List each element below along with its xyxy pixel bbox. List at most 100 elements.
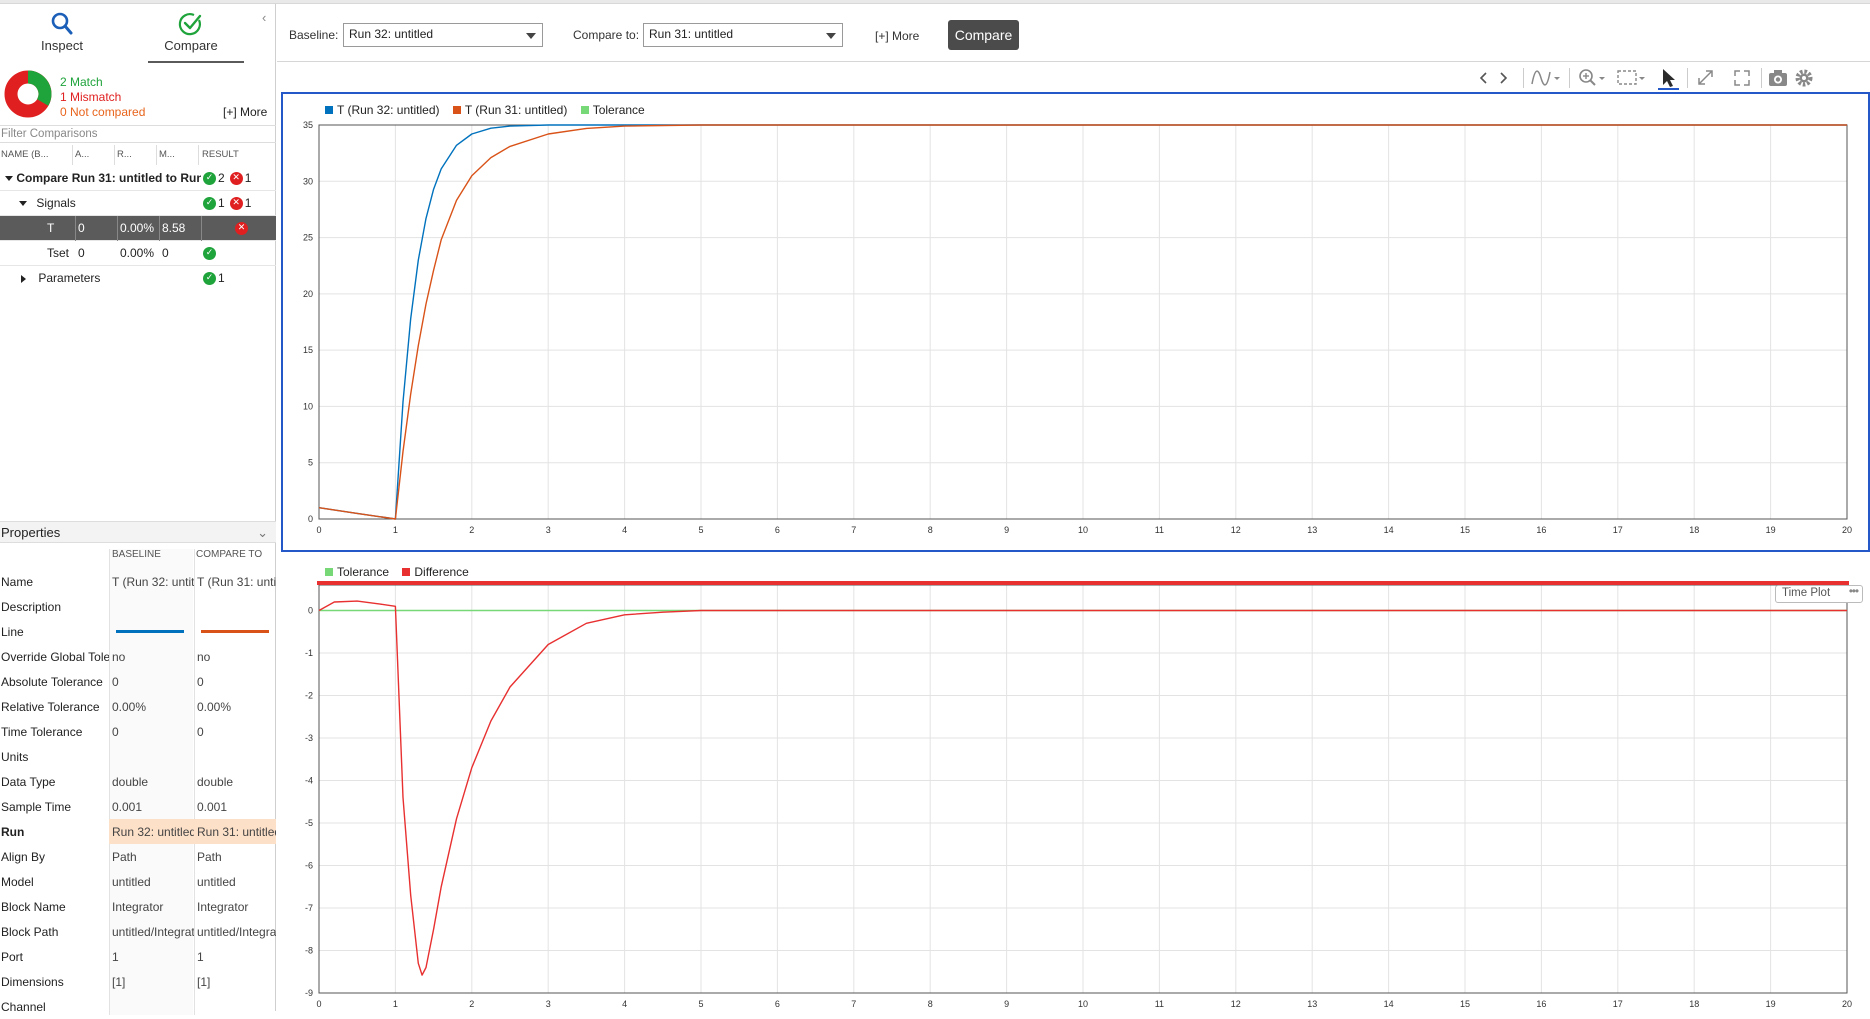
- zoom-icon[interactable]: [1575, 66, 1609, 90]
- property-compare-value: 0: [197, 725, 204, 739]
- compare-to-label: Compare to:: [573, 28, 640, 42]
- chevron-down-icon[interactable]: ⌄: [257, 525, 268, 541]
- property-compare-value: 0.001: [197, 800, 228, 814]
- waveform-icon[interactable]: [1529, 66, 1563, 90]
- compare-to-select[interactable]: Run 31: untitled: [643, 23, 843, 47]
- properties-title: Properties: [1, 525, 61, 540]
- property-baseline-value: 0: [112, 675, 119, 689]
- property-baseline-value: 0.001: [112, 800, 143, 814]
- property-baseline-value: untitled: [112, 875, 151, 889]
- y-tick-label: -4: [305, 776, 313, 786]
- rel-tol-value: 0.00%: [120, 246, 155, 260]
- fullscreen-icon[interactable]: [1729, 66, 1755, 90]
- property-baseline-value: Integrator: [112, 900, 164, 914]
- x-tick-label: 13: [1307, 999, 1317, 1009]
- y-tick-label: -3: [305, 733, 313, 743]
- tree-row-comparison[interactable]: Compare Run 31: untitled to Run 32: unti…: [0, 166, 276, 191]
- table-row-signal-T[interactable]: T 0 0.00% 8.58 ✕: [0, 216, 276, 241]
- match-count: 2 Match: [60, 75, 103, 89]
- property-name: Override Global Tolerance: [1, 650, 109, 664]
- x-tick-label: 12: [1231, 999, 1241, 1009]
- tree-row-parameters[interactable]: Parameters ✓ 1: [0, 266, 276, 291]
- y-tick-label: 35: [303, 120, 313, 130]
- property-name: Absolute Tolerance: [1, 675, 103, 689]
- summary-more-link[interactable]: [+] More: [223, 105, 267, 119]
- signal-plot-panel[interactable]: T (Run 32: untitled) T (Run 31: untitled…: [281, 92, 1870, 552]
- y-tick-label: -5: [305, 818, 313, 828]
- properties-header[interactable]: Properties ⌄: [0, 521, 276, 543]
- difference-plot-panel[interactable]: Tolerance Difference 0 1 2 3 4 5 6 7 8 9 10 11 12 13 1…: [281, 556, 1870, 1011]
- tree-row-signals[interactable]: Signals ✓ 1 ✕ 1: [0, 191, 276, 216]
- difference-chart[interactable]: 0 1 2 3 4 5 6 7 8 9 10 11 12 13 14 15 16 17 18 19 200-1-2-3-…: [281, 556, 1870, 1011]
- match-count-value: 1: [218, 196, 225, 210]
- time-plot-tag[interactable]: Time Plot •••: [1775, 585, 1863, 603]
- column-result[interactable]: RESULT: [199, 145, 276, 165]
- expand-icon[interactable]: [19, 201, 27, 207]
- more-options-icon[interactable]: •••: [1849, 586, 1859, 598]
- x-tick-label: 20: [1842, 525, 1852, 535]
- property-name: Block Path: [1, 925, 59, 939]
- filter-comparisons-input[interactable]: Filter Comparisons: [0, 125, 276, 143]
- x-tick-label: 15: [1460, 999, 1470, 1009]
- expand-icon[interactable]: [5, 176, 13, 182]
- plot-toolbar: [277, 62, 1870, 94]
- toolbar-more-link[interactable]: [+] More: [875, 29, 919, 43]
- column-abs-tol[interactable]: A...: [73, 145, 115, 165]
- x-tick-label: 12: [1231, 525, 1241, 535]
- abs-tol-value: 0: [78, 246, 85, 260]
- y-tick-label: 30: [303, 176, 313, 186]
- expand-icon[interactable]: [21, 274, 26, 283]
- x-tick-label: 19: [1766, 525, 1776, 535]
- x-tick-label: 9: [1004, 999, 1009, 1009]
- property-row: Line: [0, 619, 276, 644]
- compare-to-select-value: Run 31: untitled: [649, 27, 734, 41]
- property-row: Model untitled untitled: [0, 869, 276, 894]
- chevron-down-icon: [526, 33, 536, 39]
- property-row: Run Run 32: untitled Run 31: untitled: [0, 819, 276, 844]
- property-name: Sample Time: [1, 800, 72, 814]
- x-tick-label: 10: [1078, 999, 1088, 1009]
- property-compare-value: 1: [197, 950, 204, 964]
- tab-inspect[interactable]: Inspect: [22, 10, 102, 62]
- column-rel-tol[interactable]: R...: [115, 145, 157, 165]
- y-tick-label: 0: [308, 514, 313, 524]
- difference-indicator-band: [317, 581, 1849, 585]
- cursor-icon[interactable]: [1655, 66, 1681, 90]
- gear-icon[interactable]: [1791, 66, 1817, 90]
- table-row-signal-Tset[interactable]: Tset 0 0.00% 0 ✓: [0, 241, 276, 266]
- x-tick-label: 4: [622, 525, 627, 535]
- property-baseline-value: double: [112, 775, 149, 789]
- x-tick-label: 20: [1842, 999, 1852, 1009]
- property-compare-value: 0.00%: [197, 700, 232, 714]
- column-name[interactable]: NAME (B...: [0, 145, 73, 165]
- x-tick-label: 2: [469, 525, 474, 535]
- expand-icon[interactable]: [1693, 66, 1719, 90]
- collapse-panel-icon[interactable]: ‹: [262, 10, 266, 25]
- match-count-value: 1: [218, 271, 225, 285]
- x-tick-label: 15: [1460, 525, 1470, 535]
- mismatch-count-value: 1: [244, 171, 252, 185]
- property-row: Block Path untitled/Integratoruntitled/In…: [0, 919, 276, 944]
- x-tick-label: 7: [851, 999, 856, 1009]
- y-tick-label: 15: [303, 345, 313, 355]
- camera-icon[interactable]: [1765, 66, 1791, 90]
- property-compare-value: double: [197, 775, 234, 789]
- compare-button[interactable]: Compare: [948, 20, 1019, 50]
- property-compare-value: untitled/Integrator: [197, 925, 276, 939]
- match-check-icon: ✓: [203, 172, 216, 186]
- y-tick-label: 10: [303, 401, 313, 411]
- signal-comparison-chart[interactable]: 0 1 2 3 4 5 6 7 8 9 10 11 12 13 14 15 16 17 18 19 2005101520…: [283, 94, 1868, 550]
- column-max-diff[interactable]: M...: [157, 145, 199, 165]
- property-baseline-value: Path: [112, 850, 137, 864]
- x-tick-label: 17: [1613, 999, 1623, 1009]
- tab-compare[interactable]: Compare: [148, 10, 244, 63]
- summary-donut-icon: [4, 70, 52, 118]
- next-icon[interactable]: [1491, 66, 1517, 90]
- mismatch-x-icon: ✕: [229, 197, 243, 211]
- baseline-label: Baseline:: [289, 28, 339, 42]
- compare-to-header: COMPARE TO: [196, 549, 263, 560]
- x-tick-label: 3: [546, 525, 551, 535]
- chevron-down-icon: [826, 33, 836, 39]
- zoom-box-icon[interactable]: [1615, 66, 1649, 90]
- baseline-select[interactable]: Run 32: untitled: [343, 23, 543, 47]
